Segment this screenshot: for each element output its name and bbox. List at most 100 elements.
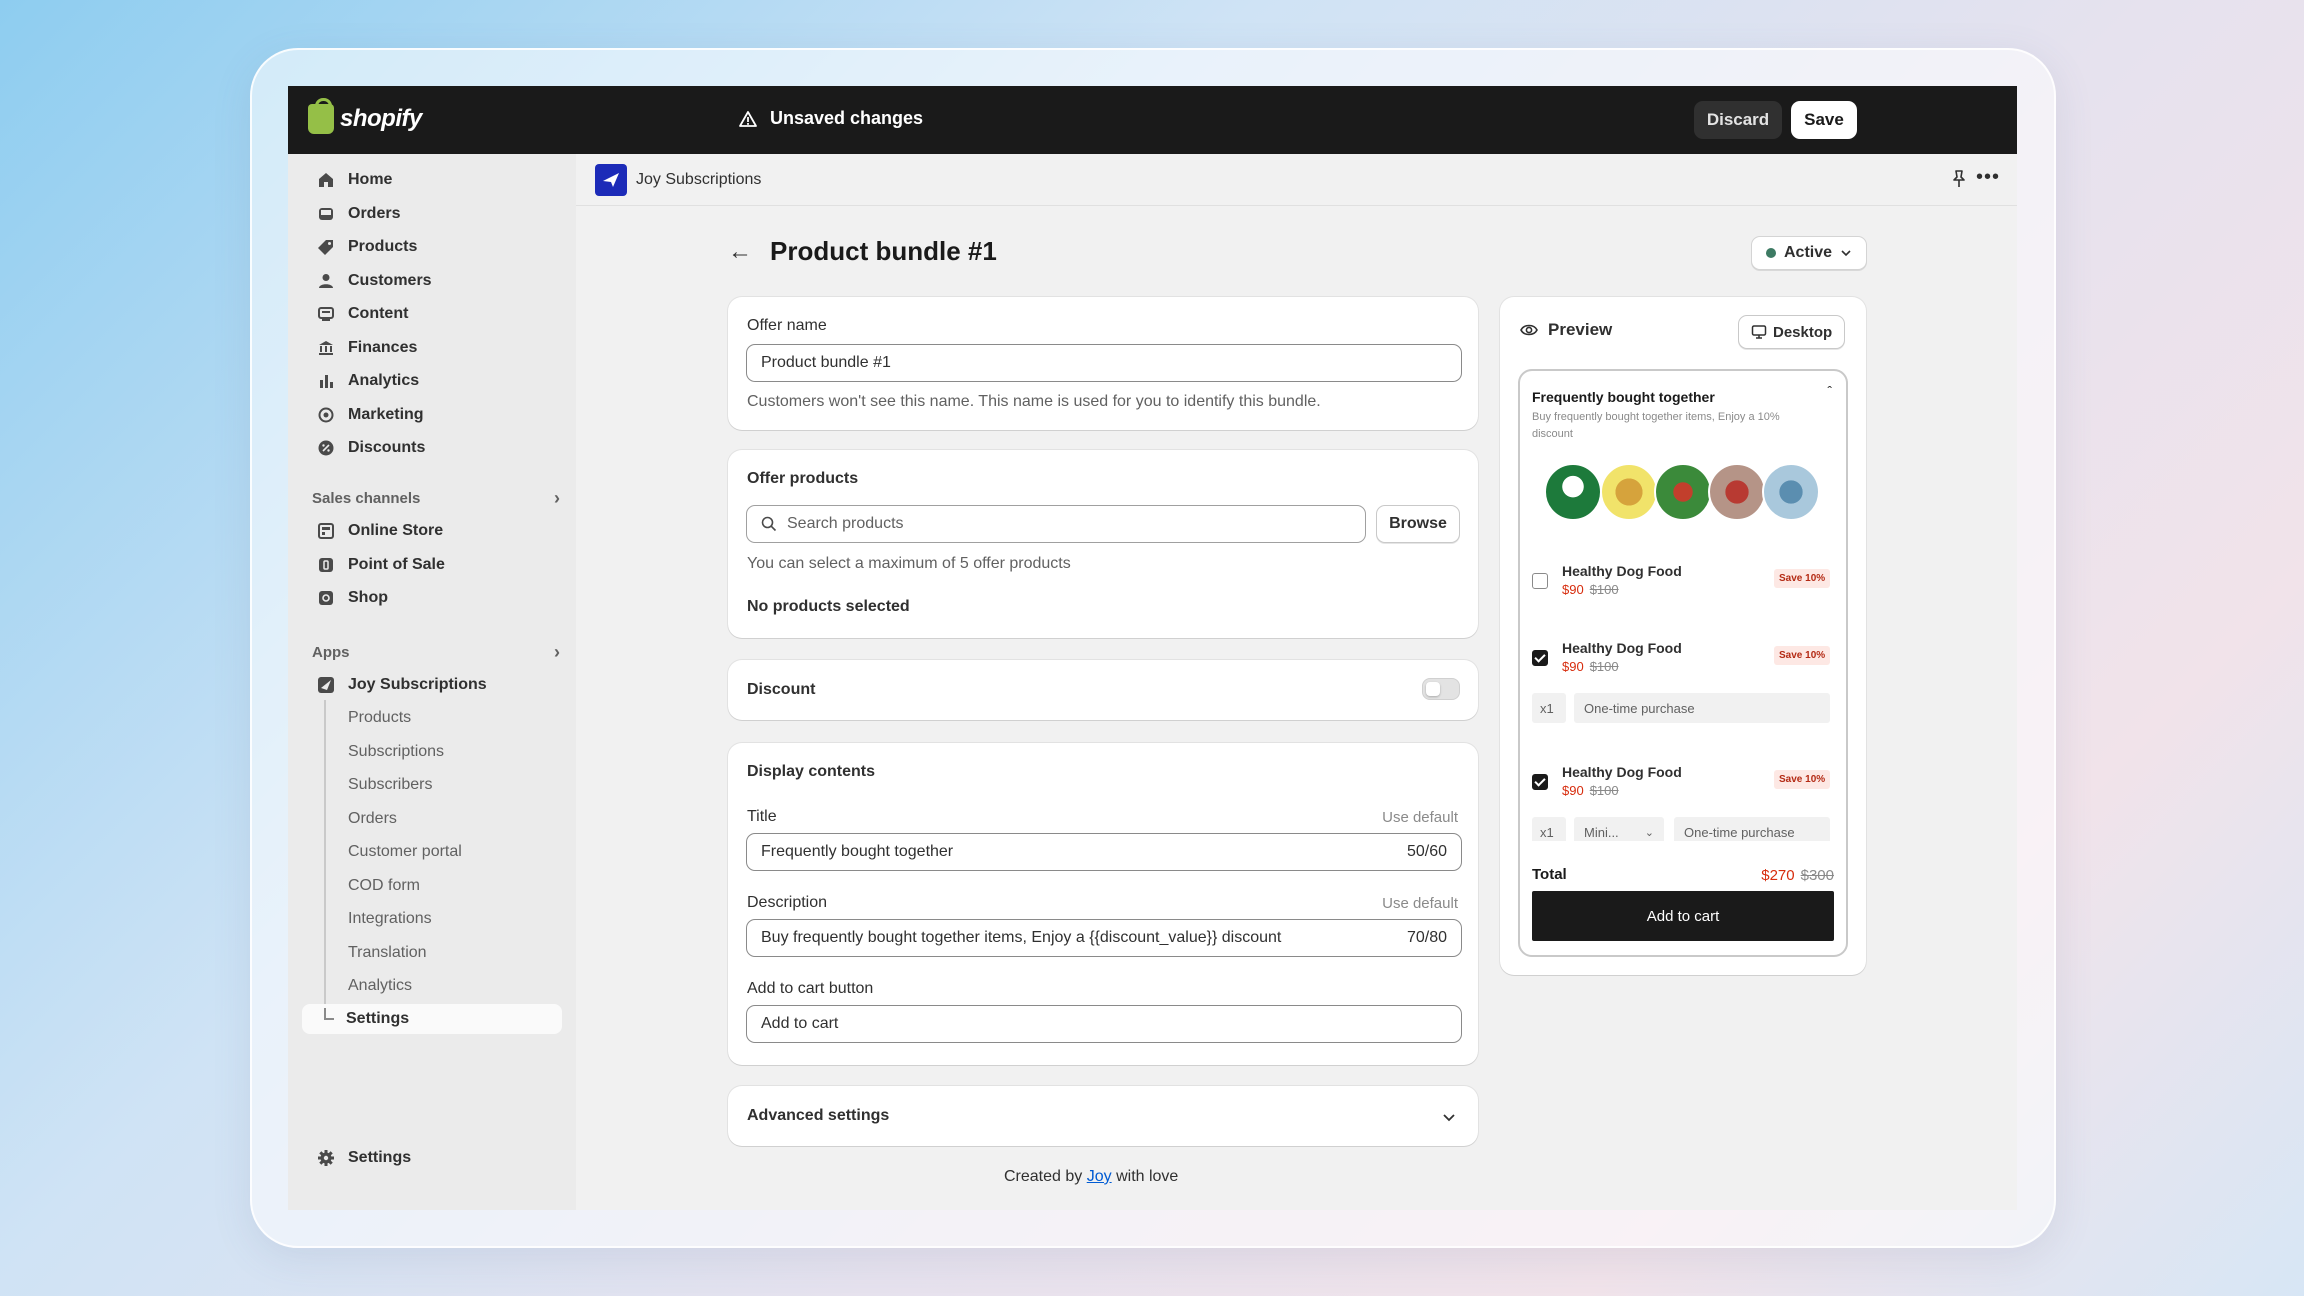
unsaved-label: Unsaved changes (770, 108, 924, 128)
apps-header[interactable]: Apps › (312, 642, 560, 663)
discount-title: Discount (747, 681, 816, 698)
shopify-logo[interactable]: shopify (308, 98, 422, 134)
search-products-input[interactable]: Search products (746, 505, 1366, 543)
add-to-cart-button[interactable]: Add to cart (1532, 891, 1834, 941)
sidebar-subitem-translation[interactable]: Translation (304, 938, 560, 968)
sidebar-item-content[interactable]: Content (304, 298, 560, 330)
total-compare: $300 (1800, 867, 1834, 884)
product-price: $90 $100 (1562, 783, 1619, 798)
footer-text: with love (1116, 1168, 1179, 1185)
offer-name-label: Offer name (747, 317, 827, 334)
offer-name-help: Customers won't see this name. This name… (747, 393, 1321, 410)
widget-description-input[interactable]: Buy frequently bought together items, En… (746, 919, 1462, 957)
sale-price: $90 (1562, 582, 1584, 597)
discount-toggle[interactable] (1422, 678, 1460, 700)
quantity-box[interactable]: x1 (1532, 693, 1566, 723)
device-label: Desktop (1773, 323, 1833, 341)
page-title: Product bundle #1 (770, 236, 997, 266)
add-to-cart-label: Add to cart button (747, 980, 874, 997)
app-header: Joy Subscriptions ••• (576, 154, 2017, 206)
offer-products-card: Offer products Search products Browse Yo… (728, 450, 1478, 638)
sidebar-subitem-subscriptions[interactable]: Subscriptions (304, 737, 560, 767)
sidebar-subitem-products[interactable]: Products (304, 703, 560, 733)
product-checkbox[interactable] (1532, 573, 1548, 589)
shop-icon (316, 588, 336, 608)
sidebar-item-shop[interactable]: Shop (304, 582, 560, 614)
sidebar-item-label: Customers (348, 272, 432, 289)
brand-name: shopify (340, 105, 422, 132)
widget-description-value: Buy frequently bought together items, En… (761, 929, 1282, 946)
joy-logo (595, 164, 627, 196)
more-actions-icon[interactable]: ••• (1976, 166, 2000, 189)
save-button[interactable]: Save (1791, 101, 1857, 139)
sidebar-subitem-orders[interactable]: Orders (304, 804, 560, 834)
sidebar-subitem-settings[interactable]: Settings (302, 1004, 562, 1034)
status-dropdown[interactable]: Active (1751, 236, 1867, 270)
device-toggle-button[interactable]: Desktop (1738, 315, 1846, 349)
shopify-bag-icon (308, 98, 334, 134)
purchase-type-select[interactable]: One-time purchase (1574, 693, 1830, 723)
description-char-count: 70/80 (1406, 929, 1447, 946)
widget-title-value: Frequently bought together (761, 843, 954, 860)
sidebar-item-label: Shop (348, 589, 388, 606)
description-use-default-link[interactable]: Use default (1382, 895, 1458, 912)
discard-button[interactable]: Discard (1694, 101, 1782, 139)
sidebar-subitem-analytics[interactable]: Analytics (304, 971, 560, 1001)
home-icon (316, 170, 336, 190)
sidebar-item-label: Content (348, 305, 409, 322)
description-label: Description (747, 894, 828, 911)
joy-link[interactable]: Joy (1087, 1168, 1112, 1185)
pin-icon[interactable] (1948, 168, 1970, 190)
discount-card: Discount (728, 660, 1478, 720)
add-to-cart-text-value: Add to cart (761, 1015, 839, 1032)
sales-channels-header[interactable]: Sales channels › (312, 488, 560, 509)
sidebar-item-orders[interactable]: Orders (304, 198, 560, 230)
sidebar-item-label: Discounts (348, 439, 426, 456)
sidebar-subitem-customer-portal[interactable]: Customer portal (304, 837, 560, 867)
save-badge: Save 10% (1774, 569, 1831, 588)
sidebar-item-discounts[interactable]: Discounts (304, 432, 560, 464)
add-to-cart-text-input[interactable]: Add to cart (746, 1005, 1462, 1043)
chevron-down-icon (1841, 250, 1851, 257)
offer-products-title: Offer products (747, 470, 859, 487)
advanced-settings-card[interactable]: Advanced settings (728, 1086, 1478, 1146)
sidebar-item-label: Marketing (348, 406, 424, 423)
sidebar-subitem-cod-form[interactable]: COD form (304, 871, 560, 901)
product-checkbox[interactable] (1532, 650, 1548, 666)
chevron-up-icon[interactable]: ˆ (1827, 383, 1832, 399)
product-checkbox[interactable] (1532, 774, 1548, 790)
product-thumbnail (1544, 463, 1602, 521)
product-thumbnail (1600, 463, 1658, 521)
offer-name-input[interactable]: Product bundle #1 (746, 344, 1462, 382)
advanced-settings-title: Advanced settings (747, 1107, 890, 1124)
browse-button[interactable]: Browse (1376, 505, 1460, 543)
sidebar-item-settings[interactable]: Settings (304, 1142, 560, 1174)
sidebar-item-home[interactable]: Home (304, 164, 560, 196)
sidebar-item-customers[interactable]: Customers (304, 265, 560, 297)
sidebar-item-products[interactable]: Products (304, 231, 560, 263)
sidebar-subitem-subscribers[interactable]: Subscribers (304, 770, 560, 800)
sidebar-subitem-integrations[interactable]: Integrations (304, 904, 560, 934)
title-label: Title (747, 808, 777, 825)
widget-title-input[interactable]: Frequently bought together 50/60 (746, 833, 1462, 871)
content-icon (316, 304, 336, 324)
sidebar-item-label: Products (348, 238, 418, 255)
sidebar-item-analytics[interactable]: Analytics (304, 365, 560, 397)
sidebar-item-online-store[interactable]: Online Store (304, 515, 560, 547)
title-use-default-link[interactable]: Use default (1382, 809, 1458, 826)
sidebar-item-label: Point of Sale (348, 556, 445, 573)
top-bar: shopify Unsaved changes Discard Save (288, 86, 2017, 154)
compare-price: $100 (1589, 783, 1619, 798)
back-arrow-icon[interactable]: ← (728, 238, 752, 266)
product-price: $90 $100 (1562, 582, 1619, 597)
sidebar-item-point-of-sale[interactable]: Point of Sale (304, 549, 560, 581)
paper-plane-icon (603, 173, 619, 187)
sidebar-item-label: Home (348, 171, 393, 188)
sidebar-item-joy-subscriptions[interactable]: Joy Subscriptions (304, 669, 560, 701)
chevron-right-icon: › (554, 488, 560, 508)
total-price: $270 $300 (1761, 867, 1834, 884)
discount-icon (316, 438, 336, 458)
sidebar-item-finances[interactable]: Finances (304, 332, 560, 364)
sidebar-item-marketing[interactable]: Marketing (304, 399, 560, 431)
no-products-message: No products selected (747, 598, 910, 615)
